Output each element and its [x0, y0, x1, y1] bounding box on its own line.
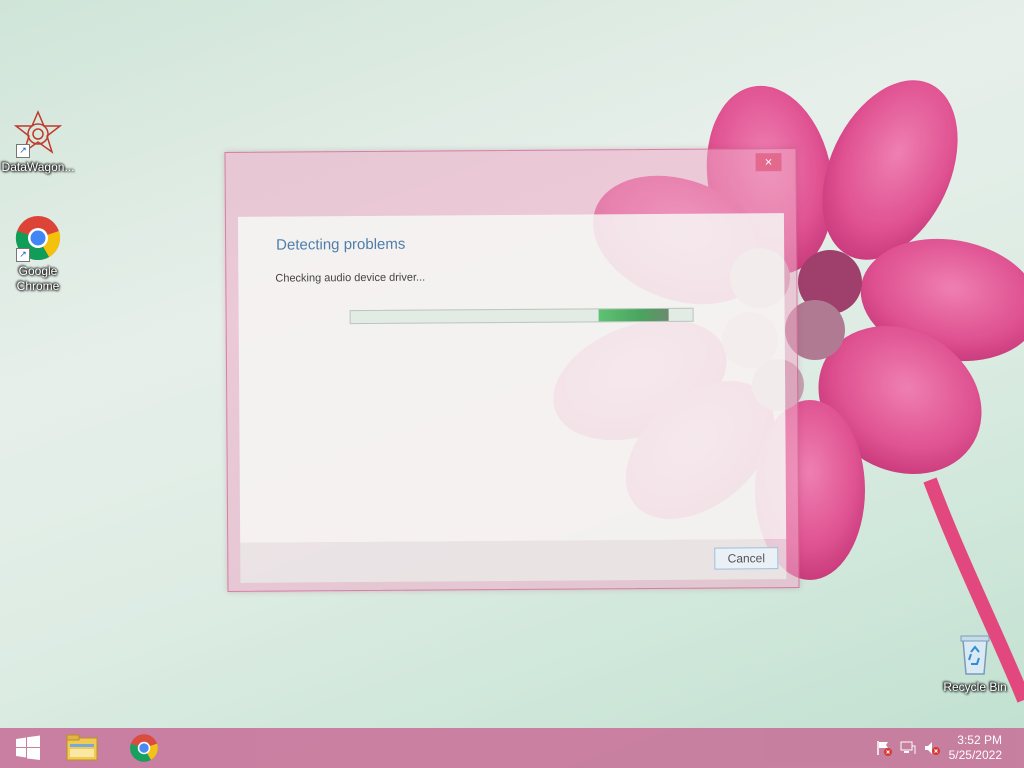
- desktop-icon-label: DataWagon...: [1, 160, 75, 174]
- close-button[interactable]: ×: [755, 153, 782, 172]
- recycle-bin-icon: [951, 630, 999, 678]
- chrome-icon: [130, 734, 158, 762]
- desktop-icon-label: Google Chrome: [16, 264, 60, 293]
- shortcut-arrow-icon: ↗: [16, 248, 30, 262]
- taskbar-chrome[interactable]: [116, 728, 172, 768]
- cancel-button[interactable]: Cancel: [714, 547, 779, 570]
- taskbar-file-explorer[interactable]: [54, 728, 110, 768]
- progress-bar: [349, 307, 694, 325]
- start-button[interactable]: [0, 728, 56, 768]
- dialog-footer: Cancel: [240, 539, 787, 583]
- file-explorer-icon: [66, 734, 98, 761]
- progress-marquee: [598, 308, 669, 322]
- action-center-flag-icon[interactable]: [876, 740, 892, 756]
- dialog-content: Detecting problems Checking audio device…: [237, 213, 787, 543]
- chrome-icon: ↗: [14, 214, 62, 262]
- desktop-icon-google-chrome[interactable]: ↗ Google Chrome: [0, 214, 76, 294]
- desktop-icon-recycle-bin[interactable]: Recycle Bin: [937, 630, 1013, 695]
- taskbar-clock[interactable]: 3:52 PM 5/25/2022: [949, 733, 1002, 763]
- desktop-icon-datawagon[interactable]: ↗ DataWagon...: [0, 110, 76, 175]
- desktop-icon-label: Recycle Bin: [943, 680, 1007, 694]
- clock-time: 3:52 PM: [957, 733, 1002, 747]
- dialog-title: Detecting problems: [276, 235, 406, 254]
- system-tray: [876, 740, 940, 756]
- troubleshooter-dialog: × Detecting problems Checking audio devi…: [224, 148, 800, 592]
- datawagon-icon: ↗: [13, 110, 63, 158]
- clock-date: 5/25/2022: [948, 748, 1002, 762]
- windows-logo-icon: [16, 735, 40, 760]
- network-icon[interactable]: [900, 740, 916, 756]
- taskbar: 3:52 PM 5/25/2022: [0, 728, 1024, 768]
- status-text: Checking audio device driver...: [275, 271, 426, 285]
- shortcut-arrow-icon: ↗: [16, 144, 30, 158]
- volume-muted-icon[interactable]: [924, 740, 940, 756]
